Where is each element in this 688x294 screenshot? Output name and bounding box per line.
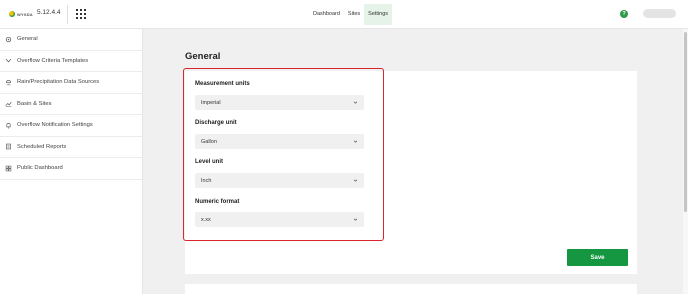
help-icon[interactable]: ? (620, 10, 628, 18)
main-nav: Dashboard Sites Settings (309, 4, 393, 25)
sidebar-item-scheduled-reports[interactable]: Scheduled Reports (0, 137, 142, 158)
nav-sites[interactable]: Sites (344, 4, 364, 25)
gear-icon (5, 36, 12, 43)
nav-dashboard[interactable]: Dashboard (309, 4, 344, 25)
secondary-card (185, 284, 637, 294)
sidebar-item-rain-sources[interactable]: Rain/Precipitation Data Sources (0, 72, 142, 94)
dashboard-icon (5, 165, 12, 172)
page-title: General (185, 51, 221, 62)
sidebar-item-public-dashboard[interactable]: Public Dashboard (0, 158, 142, 180)
app-grid-icon[interactable] (76, 9, 86, 19)
sidebar-item-notifications[interactable]: Overflow Notification Settings (0, 115, 142, 137)
nav-settings[interactable]: Settings (364, 4, 393, 25)
app-version: 5.12.4.4 (37, 9, 61, 16)
app-logo[interactable]: WYSDA (9, 8, 37, 20)
rain-icon (5, 79, 12, 86)
sidebar-item-overflow-criteria[interactable]: Overflow Criteria Templates (0, 51, 142, 72)
report-icon (5, 143, 12, 150)
sidebar-item-general[interactable]: General (0, 29, 142, 51)
top-bar: WYSDA 5.12.4.4 Dashboard Sites Settings … (0, 0, 688, 29)
sidebar-item-basin-sites[interactable]: Basin & Sites (0, 94, 142, 115)
sidebar-item-label: General (17, 36, 38, 43)
scrollbar-thumb[interactable] (684, 32, 687, 212)
sidebar-item-label: Scheduled Reports (17, 143, 67, 150)
highlight-annotation (183, 68, 384, 241)
sidebar: General Overflow Criteria Templates Rain… (0, 29, 143, 294)
sidebar-item-label: Overflow Criteria Templates (17, 57, 89, 64)
bell-icon (5, 122, 12, 129)
sidebar-item-label: Overflow Notification Settings (17, 122, 93, 129)
logo-mark-icon (9, 11, 15, 17)
sidebar-item-label: Rain/Precipitation Data Sources (17, 79, 100, 86)
sidebar-item-label: Public Dashboard (17, 165, 63, 172)
user-menu[interactable] (643, 9, 676, 18)
header-divider (67, 5, 68, 24)
save-button[interactable]: Save (567, 249, 628, 266)
chevron-icon (5, 57, 12, 64)
chart-icon (5, 100, 12, 107)
sidebar-item-label: Basin & Sites (17, 100, 52, 107)
scrollbar[interactable] (683, 29, 688, 294)
logo-text: WYSDA (17, 11, 33, 17)
